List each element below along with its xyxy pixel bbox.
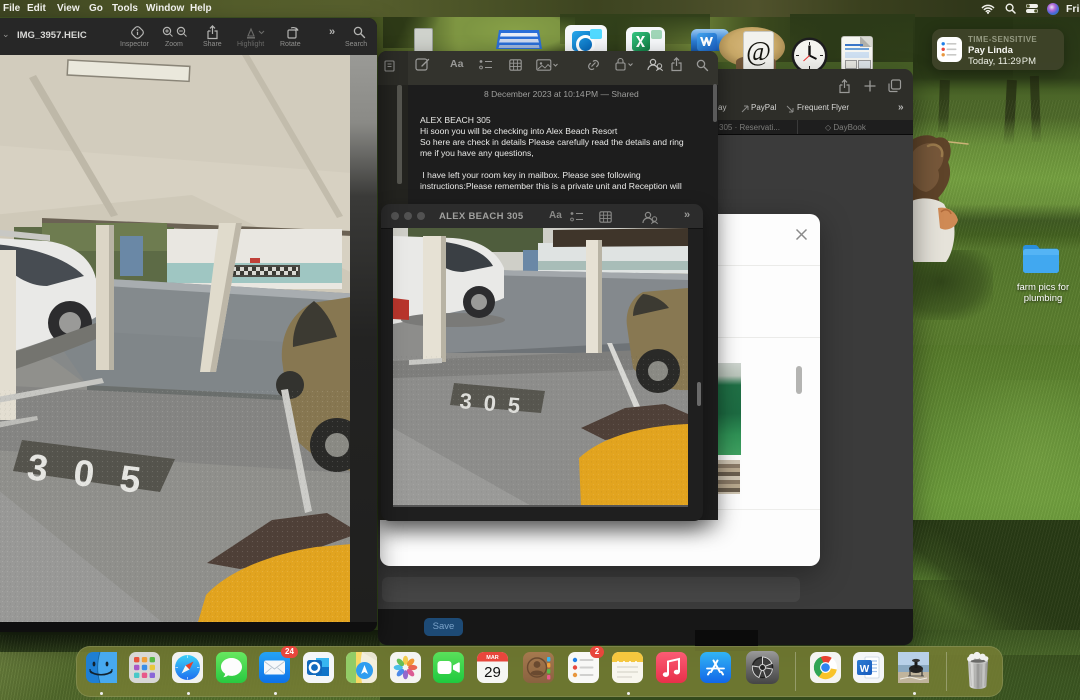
- svg-text:W: W: [860, 664, 870, 675]
- svg-text:MAR: MAR: [486, 655, 499, 661]
- svg-text:29: 29: [484, 664, 501, 681]
